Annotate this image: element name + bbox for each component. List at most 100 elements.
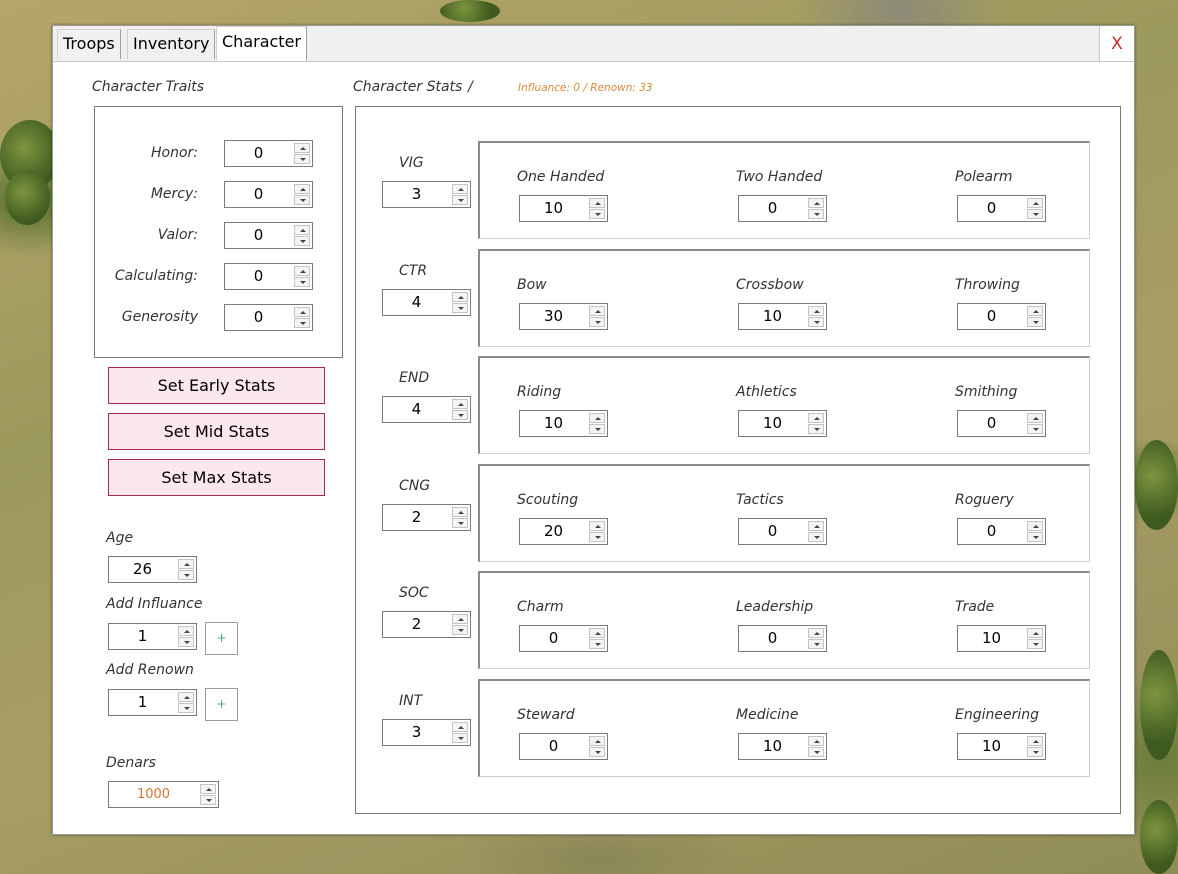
spin-down-icon[interactable] <box>452 733 468 743</box>
spin-up-icon[interactable] <box>452 399 468 409</box>
spin-up-icon[interactable] <box>178 626 194 636</box>
add-influence-button[interactable]: + <box>205 622 238 655</box>
spin-down-icon[interactable] <box>452 518 468 528</box>
trait-stepper[interactable]: 0 <box>224 181 313 208</box>
spin-down-icon[interactable] <box>589 639 605 649</box>
trait-stepper[interactable]: 0 <box>224 263 313 290</box>
spin-down-icon[interactable] <box>178 703 194 713</box>
spin-down-icon[interactable] <box>1027 639 1043 649</box>
spin-down-icon[interactable] <box>1027 747 1043 757</box>
spin-up-icon[interactable] <box>1027 521 1043 531</box>
skill-stepper[interactable]: 10 <box>957 733 1046 760</box>
spin-up-icon[interactable] <box>452 292 468 302</box>
denars-stepper[interactable]: 1000 <box>108 781 219 808</box>
spin-up-icon[interactable] <box>589 736 605 746</box>
skill-stepper[interactable]: 10 <box>957 625 1046 652</box>
skill-stepper[interactable]: 0 <box>957 410 1046 437</box>
skill-stepper[interactable]: 10 <box>738 303 827 330</box>
spin-up-icon[interactable] <box>294 184 310 194</box>
spin-up-icon[interactable] <box>200 784 216 794</box>
spin-down-icon[interactable] <box>589 209 605 219</box>
trait-stepper[interactable]: 0 <box>224 140 313 167</box>
age-stepper[interactable]: 26 <box>108 556 197 583</box>
skill-stepper[interactable]: 10 <box>738 733 827 760</box>
tab-inventory[interactable]: Inventory <box>127 29 216 59</box>
skill-stepper[interactable]: 0 <box>738 518 827 545</box>
set-mid-stats-button[interactable]: Set Mid Stats <box>108 413 325 450</box>
spin-down-icon[interactable] <box>294 318 310 328</box>
spin-up-icon[interactable] <box>1027 736 1043 746</box>
attribute-stepper[interactable]: 4 <box>382 396 471 423</box>
skill-stepper[interactable]: 0 <box>738 195 827 222</box>
spin-down-icon[interactable] <box>808 424 824 434</box>
spin-up-icon[interactable] <box>808 736 824 746</box>
skill-stepper[interactable]: 0 <box>519 733 608 760</box>
spin-up-icon[interactable] <box>178 559 194 569</box>
skill-stepper[interactable]: 30 <box>519 303 608 330</box>
spin-up-icon[interactable] <box>589 198 605 208</box>
spin-up-icon[interactable] <box>808 306 824 316</box>
attribute-stepper[interactable]: 2 <box>382 504 471 531</box>
attribute-stepper[interactable]: 2 <box>382 611 471 638</box>
spin-down-icon[interactable] <box>178 637 194 647</box>
close-button[interactable]: X <box>1099 26 1134 61</box>
spin-down-icon[interactable] <box>808 317 824 327</box>
spin-up-icon[interactable] <box>452 184 468 194</box>
spin-up-icon[interactable] <box>178 692 194 702</box>
spin-up-icon[interactable] <box>808 413 824 423</box>
tab-troops[interactable]: Troops <box>57 29 121 59</box>
skill-stepper[interactable]: 0 <box>957 195 1046 222</box>
spin-up-icon[interactable] <box>589 413 605 423</box>
attribute-stepper[interactable]: 4 <box>382 289 471 316</box>
skill-stepper[interactable]: 0 <box>957 303 1046 330</box>
skill-stepper[interactable]: 10 <box>519 410 608 437</box>
trait-stepper[interactable]: 0 <box>224 222 313 249</box>
spin-down-icon[interactable] <box>452 410 468 420</box>
spin-down-icon[interactable] <box>294 277 310 287</box>
renown-stepper[interactable]: 1 <box>108 689 197 716</box>
skill-stepper[interactable]: 0 <box>738 625 827 652</box>
spin-down-icon[interactable] <box>294 154 310 164</box>
spin-up-icon[interactable] <box>294 225 310 235</box>
spin-down-icon[interactable] <box>1027 532 1043 542</box>
spin-up-icon[interactable] <box>808 628 824 638</box>
set-early-stats-button[interactable]: Set Early Stats <box>108 367 325 404</box>
spin-down-icon[interactable] <box>808 532 824 542</box>
skill-stepper[interactable]: 0 <box>519 625 608 652</box>
spin-up-icon[interactable] <box>294 143 310 153</box>
spin-up-icon[interactable] <box>452 722 468 732</box>
spin-up-icon[interactable] <box>1027 628 1043 638</box>
trait-stepper[interactable]: 0 <box>224 304 313 331</box>
spin-up-icon[interactable] <box>589 306 605 316</box>
spin-up-icon[interactable] <box>294 266 310 276</box>
spin-down-icon[interactable] <box>1027 317 1043 327</box>
spin-up-icon[interactable] <box>1027 413 1043 423</box>
skill-stepper[interactable]: 20 <box>519 518 608 545</box>
spin-up-icon[interactable] <box>1027 306 1043 316</box>
spin-down-icon[interactable] <box>452 195 468 205</box>
spin-up-icon[interactable] <box>294 307 310 317</box>
spin-down-icon[interactable] <box>294 236 310 246</box>
influence-stepper[interactable]: 1 <box>108 623 197 650</box>
spin-up-icon[interactable] <box>808 198 824 208</box>
attribute-stepper[interactable]: 3 <box>382 719 471 746</box>
spin-up-icon[interactable] <box>452 507 468 517</box>
skill-stepper[interactable]: 0 <box>957 518 1046 545</box>
spin-up-icon[interactable] <box>589 521 605 531</box>
skill-stepper[interactable]: 10 <box>519 195 608 222</box>
spin-down-icon[interactable] <box>452 303 468 313</box>
attribute-stepper[interactable]: 3 <box>382 181 471 208</box>
spin-up-icon[interactable] <box>808 521 824 531</box>
spin-up-icon[interactable] <box>1027 198 1043 208</box>
spin-down-icon[interactable] <box>452 625 468 635</box>
spin-down-icon[interactable] <box>808 209 824 219</box>
spin-down-icon[interactable] <box>808 747 824 757</box>
spin-down-icon[interactable] <box>589 317 605 327</box>
tab-character[interactable]: Character <box>216 26 307 61</box>
spin-down-icon[interactable] <box>589 532 605 542</box>
skill-stepper[interactable]: 10 <box>738 410 827 437</box>
set-max-stats-button[interactable]: Set Max Stats <box>108 459 325 496</box>
spin-down-icon[interactable] <box>294 195 310 205</box>
add-renown-button[interactable]: + <box>205 688 238 721</box>
spin-down-icon[interactable] <box>200 795 216 805</box>
